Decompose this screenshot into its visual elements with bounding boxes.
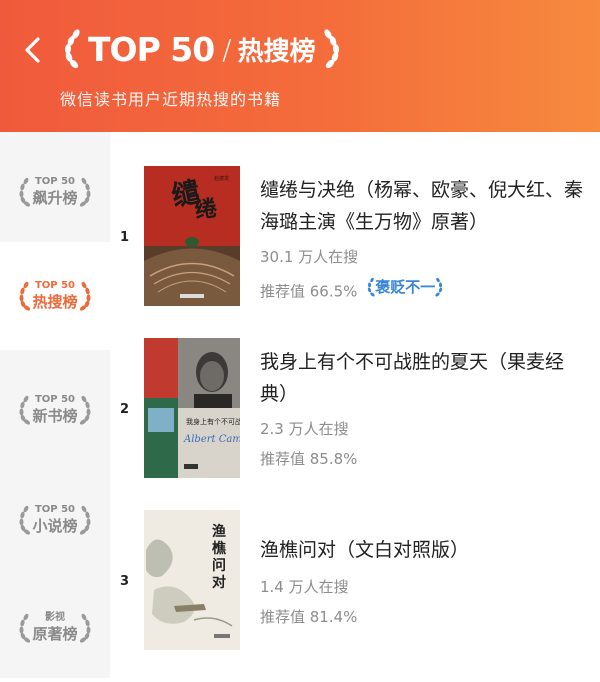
laurel-right-icon [79, 395, 90, 425]
tab-badge: TOP 50 [34, 176, 76, 187]
tab-label: 原著榜 [32, 625, 78, 643]
page-header: TOP 50 / 热搜榜 微信读书用户近期热搜的书籍 [0, 0, 600, 132]
badge-label: 褒贬不一 [375, 278, 436, 296]
tab-badge: TOP 50 [34, 394, 76, 405]
book-cover[interactable]: 缱 绻 赵德发 [144, 166, 240, 306]
page-subtitle: 微信读书用户近期热搜的书籍 [60, 90, 282, 109]
laurel-right-icon [79, 613, 90, 643]
book-title[interactable]: 我身上有个不可战胜的夏天（果麦经典） [260, 346, 590, 410]
tab-adaptations[interactable]: 影视 原著榜 [0, 574, 110, 682]
recommend-value: 推荐值 81.4% [260, 608, 358, 626]
laurel-right-icon [79, 177, 90, 207]
book-cover[interactable]: 我身上有个不可战胜的夏天 Albert Camus [144, 338, 240, 478]
book-list: 1 缱 绻 赵德发 缱绻与决绝（杨幂、欧豪、倪大红、秦海璐主演《生万物》原著） … [110, 132, 600, 678]
list-item[interactable]: 1 缱 绻 赵德发 缱绻与决绝（杨幂、欧豪、倪大红、秦海璐主演《生万物》原著） … [110, 162, 600, 322]
laurel-left-icon [19, 395, 31, 425]
recommend-value: 推荐值 66.5% [260, 282, 358, 301]
page-title: 热搜榜 [237, 36, 316, 67]
list-item[interactable]: 3 渔 樵 问 对 渔樵问对 渔樵问对（文白对照版） 1.4 万人在搜 推荐值 … [110, 506, 600, 666]
svg-text:樵: 樵 [212, 540, 226, 557]
mixed-reviews-badge: 褒贬不一 [366, 276, 444, 297]
tab-badge: TOP 50 [34, 504, 76, 515]
tab-new-books[interactable]: TOP 50 新书榜 [0, 356, 110, 464]
laurel-left-icon [368, 277, 375, 296]
tab-hot-search[interactable]: TOP 50 热搜榜 [0, 242, 110, 350]
searchers-count: 1.4 万人在搜 [260, 578, 349, 596]
svg-text:渔: 渔 [212, 523, 226, 540]
tab-badge: TOP 50 [34, 280, 76, 291]
laurel-right-icon [435, 277, 443, 296]
rank-number: 3 [120, 574, 130, 589]
svg-text:我身上有个不可战胜的夏天: 我身上有个不可战胜的夏天 [186, 417, 240, 426]
searchers-count: 2.3 万人在搜 [260, 420, 349, 438]
title-slash: / [222, 32, 232, 66]
svg-text:对: 对 [212, 574, 226, 591]
tab-novels[interactable]: TOP 50 小说榜 [0, 466, 110, 574]
tab-label: 热搜榜 [32, 293, 78, 311]
laurel-right-icon [79, 281, 90, 311]
laurel-left-icon [19, 505, 31, 535]
laurel-left-icon [19, 281, 31, 311]
recommend-value: 推荐值 85.8% [260, 450, 358, 468]
rank-number: 2 [120, 402, 130, 417]
searchers-count: 30.1 万人在搜 [260, 248, 359, 266]
header-title-row: TOP 50 / 热搜榜 [60, 26, 344, 72]
list-item[interactable]: 2 我身上有个不可战胜的夏天 Albert Camus 我身上有个不可战胜的夏天… [110, 334, 600, 494]
svg-text:Albert Camus: Albert Camus [183, 434, 240, 445]
laurel-left-icon [19, 177, 31, 207]
laurel-right-icon [324, 29, 339, 69]
laurel-right-icon [79, 505, 90, 535]
laurel-left-icon [64, 29, 80, 69]
book-cover[interactable]: 渔 樵 问 对 渔樵问对 [144, 510, 240, 650]
book-title[interactable]: 缱绻与决绝（杨幂、欧豪、倪大红、秦海璐主演《生万物》原著） [260, 174, 590, 238]
svg-text:赵德发: 赵德发 [214, 175, 229, 182]
back-arrow-icon[interactable] [20, 36, 46, 64]
laurel-left-icon [19, 613, 31, 643]
ranking-sidebar: TOP 50 飙升榜 TOP 50 热搜榜 TOP 50 新书榜 TOP 50 … [0, 132, 110, 678]
svg-text:问: 问 [212, 557, 226, 574]
rank-number: 1 [120, 230, 130, 245]
book-title[interactable]: 渔樵问对（文白对照版） [260, 534, 590, 566]
tab-rising[interactable]: TOP 50 飙升榜 [0, 138, 110, 246]
tab-label: 小说榜 [32, 517, 78, 535]
tab-label: 新书榜 [32, 407, 78, 425]
tab-label: 飙升榜 [32, 189, 78, 207]
top50-logo: TOP 50 [88, 29, 215, 69]
tab-badge: 影视 [44, 612, 65, 623]
rating-row: 推荐值 66.5% 褒贬不一 [260, 276, 444, 302]
